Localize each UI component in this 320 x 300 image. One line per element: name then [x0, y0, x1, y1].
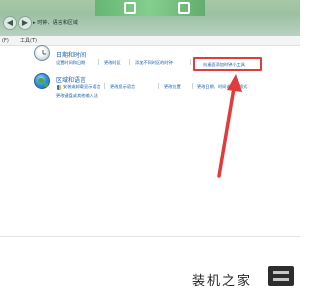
shield-icon: [57, 85, 61, 90]
menu-bar: (F) 工具(T): [0, 36, 300, 46]
link-install-display-language[interactable]: 安装或卸载显示语言: [63, 84, 101, 90]
link-change-location[interactable]: 更改位置: [164, 84, 181, 90]
clock-icon: [34, 45, 50, 61]
back-button[interactable]: ◀: [3, 16, 17, 30]
highlight-box: 向桌面添加时钟小工具: [193, 57, 262, 71]
menu-tools[interactable]: 工具(T): [20, 36, 37, 46]
category-title-date-time[interactable]: 日期和时间: [56, 50, 86, 59]
divider: [0, 236, 300, 237]
link-change-keyboard[interactable]: 更改键盘或其他输入法: [56, 93, 98, 99]
link-divider: [158, 83, 159, 89]
category-title-region-language[interactable]: 区域和语言: [56, 75, 86, 84]
breadcrumb-item[interactable]: 时钟、语言和区域: [37, 20, 78, 26]
clock-hands-icon: [42, 50, 46, 55]
link-set-date-time[interactable]: 设置时间和日期: [56, 60, 85, 66]
globe-icon: [34, 73, 50, 89]
link-divider: [129, 59, 130, 65]
watermark-text: 装机之家: [192, 274, 253, 289]
breadcrumb-separator-icon: ▸: [33, 20, 36, 26]
link-change-formats[interactable]: 更改日期、时间或数字格式: [197, 84, 247, 90]
link-divider: [104, 83, 105, 89]
globe-land: [38, 78, 44, 83]
menu-file[interactable]: (F): [2, 36, 9, 46]
link-divider: [190, 59, 191, 65]
globe-land: [44, 83, 48, 87]
decoration-square: [178, 2, 190, 14]
forward-button[interactable]: ▶: [18, 16, 32, 30]
title-bar: ◀ ▶ ▸ 时钟、语言和区域: [0, 0, 300, 36]
link-add-clock-gadget[interactable]: 向桌面添加时钟小工具: [203, 62, 245, 68]
link-change-display-language[interactable]: 更改显示语言: [110, 84, 135, 90]
link-change-timezone[interactable]: 更改时区: [104, 60, 121, 66]
logo-mark: [273, 271, 289, 281]
link-add-clocks[interactable]: 添加不同时区的时钟: [135, 60, 173, 66]
link-divider: [192, 83, 193, 89]
link-divider: [98, 59, 99, 65]
breadcrumb[interactable]: ▸ 时钟、语言和区域: [33, 16, 78, 30]
watermark-logo-icon: [268, 266, 294, 286]
decoration-square: [124, 2, 136, 14]
